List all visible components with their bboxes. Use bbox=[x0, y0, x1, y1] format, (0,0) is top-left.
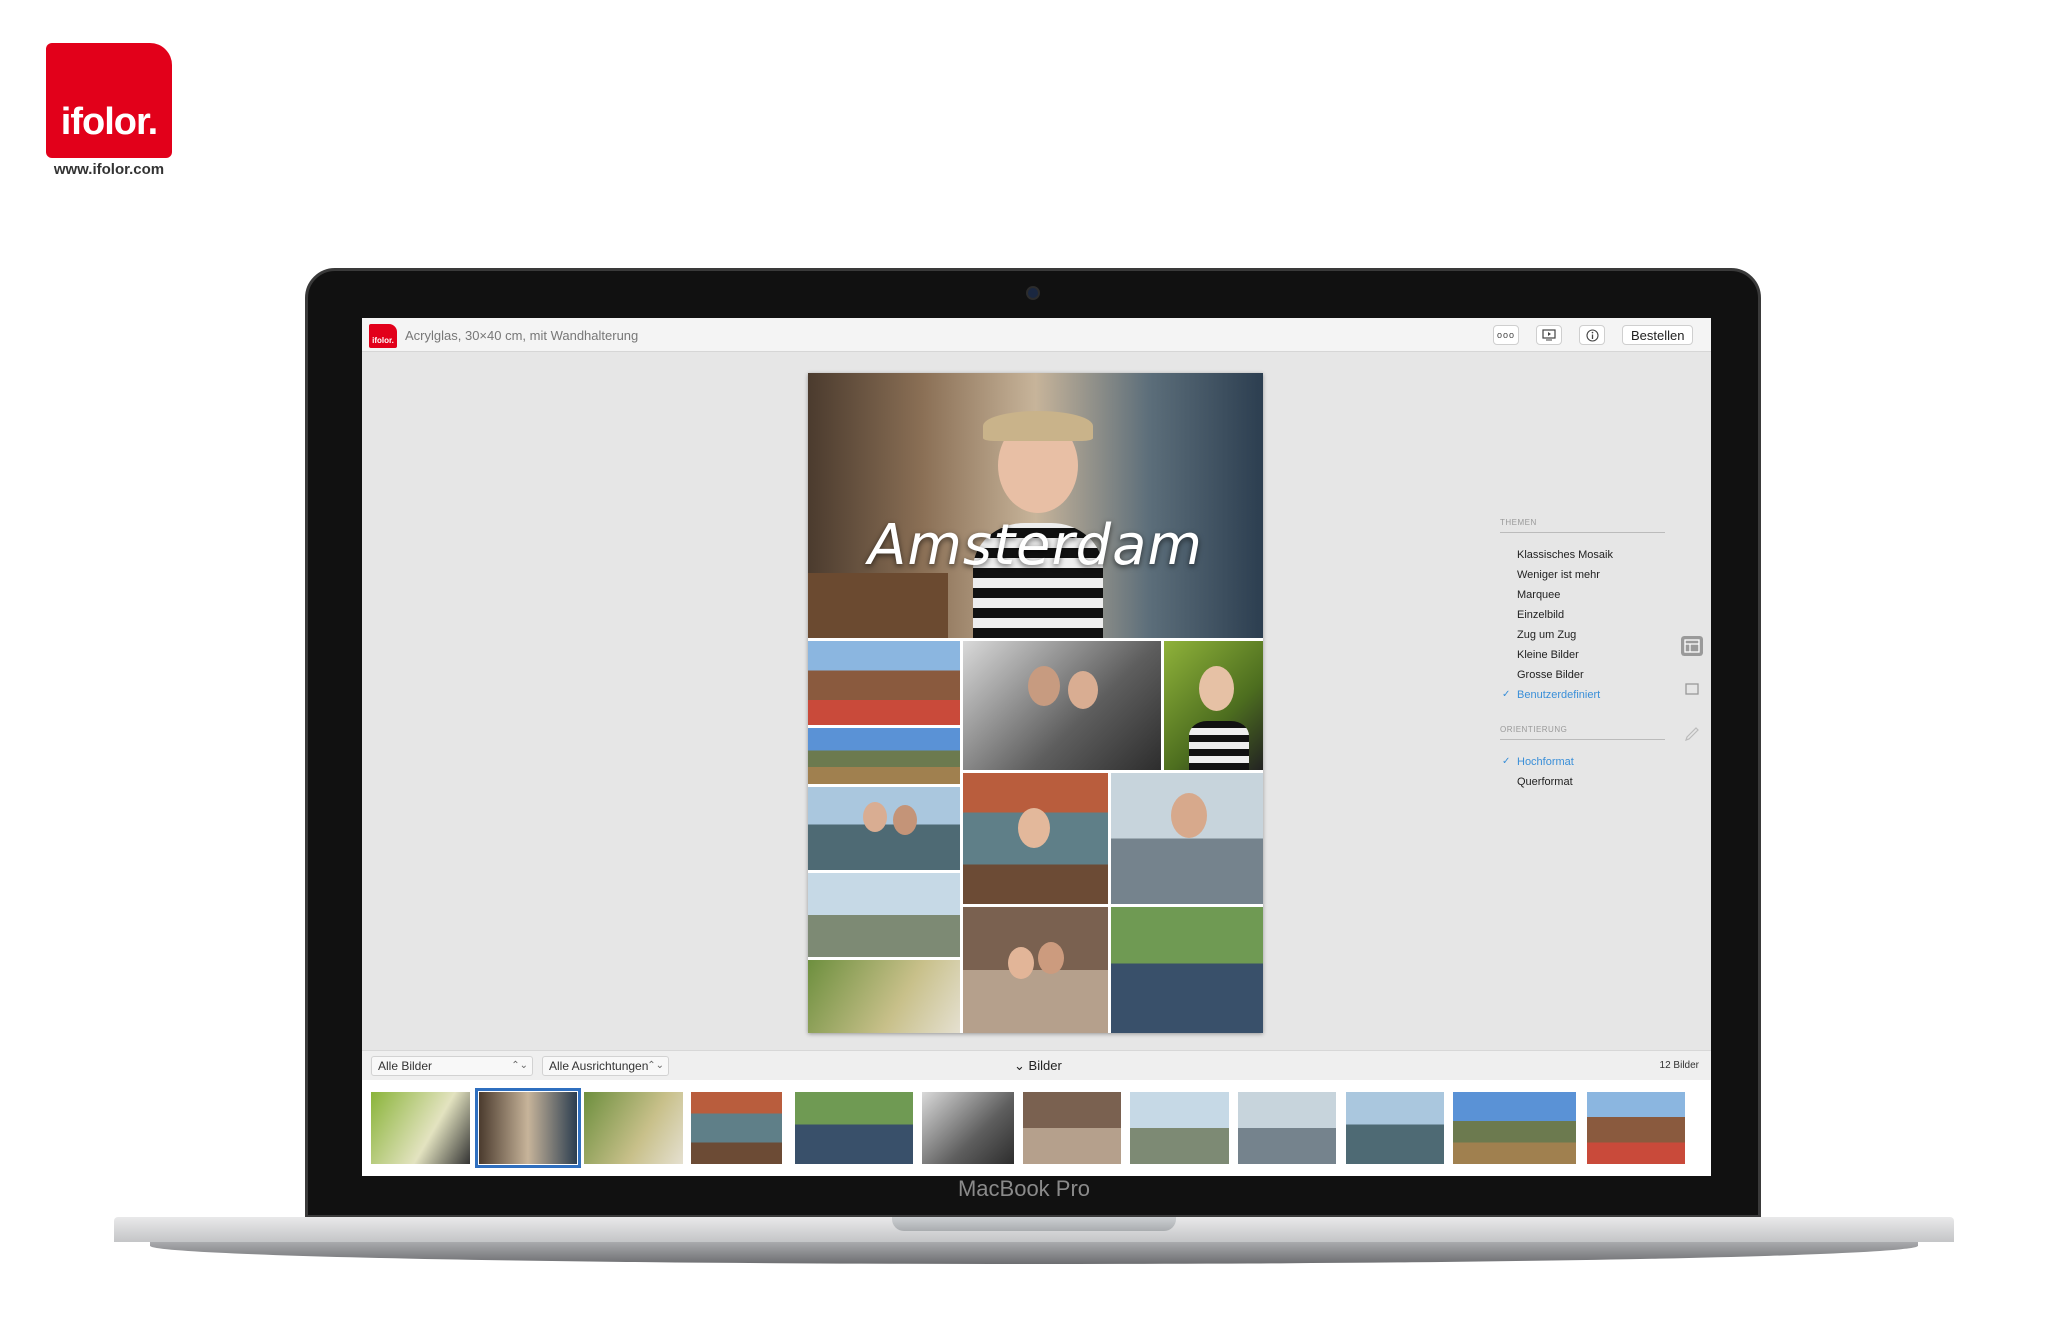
info-button[interactable] bbox=[1579, 325, 1605, 345]
orientation-filter-select[interactable]: Alle Ausrichtungen ⌃⌄ bbox=[542, 1056, 669, 1076]
orientation-list: ✓ Hochformat Querformat bbox=[1500, 752, 1680, 792]
theme-item[interactable]: Zug um Zug bbox=[1500, 625, 1680, 645]
thumbnail[interactable] bbox=[1023, 1092, 1121, 1164]
document-title: Acrylglas, 30×40 cm, mit Wandhalterung bbox=[405, 328, 639, 343]
frame-icon[interactable] bbox=[1681, 679, 1703, 699]
filmstrip-toggle[interactable]: ⌄ Bilder bbox=[1014, 1058, 1062, 1074]
theme-item[interactable]: Weniger ist mehr bbox=[1500, 565, 1680, 585]
collage-photo-portrait-woman[interactable] bbox=[1164, 641, 1263, 770]
title-bar: ifolor. Acrylglas, 30×40 cm, mit Wandhal… bbox=[362, 318, 1711, 352]
preview-button[interactable] bbox=[1536, 325, 1562, 345]
laptop-base-shadow bbox=[150, 1242, 1918, 1264]
theme-item[interactable]: Einzelbild bbox=[1500, 605, 1680, 625]
filmstrip-toggle-label: Bilder bbox=[1028, 1058, 1062, 1073]
orientation-item-selected[interactable]: ✓ Hochformat bbox=[1500, 752, 1680, 772]
app-logo[interactable]: ifolor. bbox=[369, 324, 397, 348]
poster-title[interactable]: Amsterdam bbox=[808, 513, 1263, 578]
theme-item[interactable]: Marquee bbox=[1500, 585, 1680, 605]
camera-icon bbox=[1026, 286, 1040, 300]
collage-photo-couple-harbour[interactable] bbox=[808, 787, 960, 870]
filmstrip-toolbar: Alle Bilder ⌃⌄ Alle Ausrichtungen ⌃⌄ ⌄ Bil… bbox=[362, 1050, 1711, 1080]
image-filter-select[interactable]: Alle Bilder ⌃⌄ bbox=[371, 1056, 533, 1076]
image-count: 12 Bilder bbox=[1659, 1060, 1699, 1071]
themes-list: Klassisches Mosaik Weniger ist mehr Marq… bbox=[1500, 545, 1680, 705]
thumbnail[interactable] bbox=[691, 1092, 782, 1164]
theme-item-selected[interactable]: ✓ Benutzerdefiniert bbox=[1500, 685, 1680, 705]
laptop-notch bbox=[892, 1217, 1176, 1231]
marketing-stage: ifolor. www.ifolor.com ifolor. Acrylglas… bbox=[0, 0, 2048, 1326]
filmstrip bbox=[362, 1080, 1711, 1176]
thumbnail[interactable] bbox=[371, 1092, 470, 1164]
more-icon: ooo bbox=[1496, 330, 1516, 340]
brand-url: www.ifolor.com bbox=[53, 161, 165, 178]
pencil-icon[interactable] bbox=[1681, 722, 1703, 742]
ifolor-logo: ifolor. bbox=[46, 43, 172, 158]
collage-photo-car-selfie[interactable] bbox=[963, 641, 1161, 770]
thumbnail[interactable] bbox=[1130, 1092, 1229, 1164]
collage-photo-hero[interactable]: Amsterdam bbox=[808, 373, 1263, 638]
thumbnail[interactable] bbox=[1238, 1092, 1336, 1164]
laptop-model-label: MacBook Pro bbox=[957, 1176, 1091, 1201]
layout-icon[interactable] bbox=[1681, 636, 1703, 656]
info-icon bbox=[1585, 328, 1599, 342]
theme-item[interactable]: Kleine Bilder bbox=[1500, 645, 1680, 665]
theme-item[interactable]: Grosse Bilder bbox=[1500, 665, 1680, 685]
options-panel: THEMEN Klassisches Mosaik Weniger ist me… bbox=[1500, 518, 1680, 792]
updown-icon: ⌃⌄ bbox=[511, 1060, 528, 1071]
themes-section-title: THEMEN bbox=[1500, 518, 1665, 533]
thumbnail[interactable] bbox=[1587, 1092, 1685, 1164]
collage-photo-canal-view[interactable] bbox=[808, 728, 960, 784]
collage-photo-canal-trees[interactable] bbox=[1111, 907, 1263, 1033]
order-button[interactable]: Bestellen bbox=[1622, 325, 1694, 345]
app-window: ifolor. Acrylglas, 30×40 cm, mit Wandhal… bbox=[362, 318, 1711, 1176]
thumbnail[interactable] bbox=[584, 1092, 683, 1164]
thumbnail[interactable] bbox=[795, 1092, 913, 1164]
collage-photo-man-selfie[interactable] bbox=[1111, 773, 1263, 904]
thumbnail-selected[interactable] bbox=[475, 1088, 581, 1168]
collage-photo-woman-reading[interactable] bbox=[808, 960, 960, 1033]
play-screen-icon bbox=[1542, 329, 1556, 341]
updown-icon: ⌃⌄ bbox=[647, 1060, 664, 1071]
collage-photo-bikes[interactable] bbox=[808, 873, 960, 957]
more-button[interactable]: ooo bbox=[1493, 325, 1519, 345]
logo-text: ifolor. bbox=[60, 101, 158, 143]
thumbnail[interactable] bbox=[1453, 1092, 1576, 1164]
collage-photo-woman-rooftops[interactable] bbox=[963, 773, 1108, 904]
thumbnail[interactable] bbox=[1346, 1092, 1444, 1164]
collage-photo-canal-houses[interactable] bbox=[808, 641, 960, 725]
orientation-section-title: ORIENTIERUNG bbox=[1500, 725, 1665, 740]
theme-item[interactable]: Klassisches Mosaik bbox=[1500, 545, 1680, 565]
poster-preview[interactable]: Amsterdam bbox=[808, 373, 1263, 1033]
chevron-down-icon: ⌄ bbox=[1014, 1058, 1025, 1073]
panel-tabs bbox=[1681, 636, 1707, 765]
collage-photo-couple-street[interactable] bbox=[963, 907, 1108, 1033]
thumbnail[interactable] bbox=[922, 1092, 1014, 1164]
orientation-item[interactable]: Querformat bbox=[1500, 772, 1680, 792]
checkmark-icon: ✓ bbox=[1502, 689, 1511, 700]
checkmark-icon: ✓ bbox=[1502, 756, 1511, 767]
